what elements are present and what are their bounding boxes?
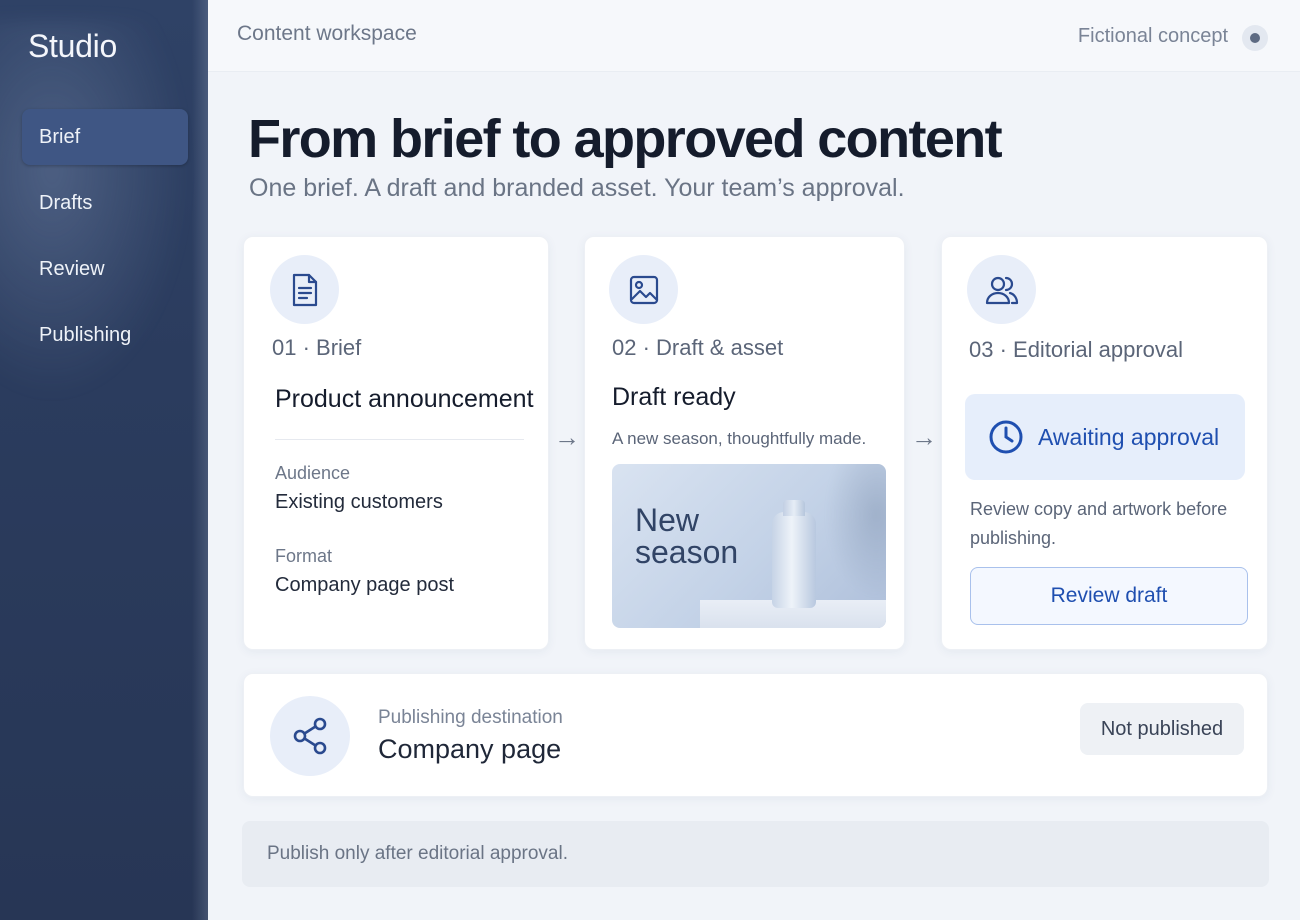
users-icon [967,255,1036,324]
format-value: Company page post [275,574,455,596]
page-title: From brief to approved content [248,109,1003,169]
brief-heading: Product announcement [275,385,534,413]
branded-asset-preview[interactable]: New season [612,464,886,628]
leaf-decoration [822,464,886,604]
publishing-destination: Publishing destination Company page Not … [243,673,1268,797]
status-badge: Not published [1080,703,1244,755]
app-title: Studio [28,28,117,64]
step-label: 03 · Editorial approval [969,337,1184,362]
arrow-right-icon: → [554,422,580,452]
concept-label: Fictional concept [1077,25,1228,47]
approval-status: Awaiting approval [965,394,1245,480]
asset-text: New season [635,502,739,570]
clock-icon [989,420,1023,454]
review-draft-button[interactable]: Review draft [970,567,1248,625]
document-icon [270,255,339,324]
step-label: 02 · Draft & asset [612,335,784,360]
step-label: 01 · Brief [272,335,362,360]
draft-card: 02 · Draft & asset Draft ready A new sea… [584,236,905,650]
draft-heading: Draft ready [612,383,736,411]
image-icon [609,255,678,324]
workspace-title: Content workspace [237,22,417,45]
bottle-illustration [772,500,816,608]
page-subtitle: One brief. A draft and branded asset. Yo… [249,174,905,202]
share-icon [270,696,350,776]
sidebar-item-drafts[interactable]: Drafts [22,175,188,231]
sidebar: Studio Brief Drafts Review Publishing [0,0,208,920]
draft-caption: A new season, thoughtfully made. [612,429,867,448]
brief-card: 01 · Brief Product announcement Audience… [243,236,549,650]
format-label: Format [275,546,333,566]
dot-icon [1250,33,1260,43]
approval-note: Review copy and artwork before publishin… [970,499,1228,548]
top-bar: Content workspace Fictional concept [208,0,1300,72]
destination-label: Publishing destination [378,707,563,728]
audience-value: Existing customers [275,491,443,513]
sidebar-nav: Brief Drafts Review Publishing [22,109,188,373]
sidebar-item-publishing[interactable]: Publishing [22,307,188,363]
arrow-right-icon: → [911,422,937,452]
sidebar-item-review[interactable]: Review [22,241,188,297]
concept-indicator[interactable] [1242,25,1268,51]
divider [275,439,524,440]
destination-value: Company page [378,734,562,764]
status-text: Awaiting approval [1038,423,1220,450]
approval-card: 03 · Editorial approval Awaiting approva… [941,236,1268,650]
sidebar-item-brief[interactable]: Brief [22,109,188,165]
audience-label: Audience [275,463,351,483]
publish-note: Publish only after editorial approval. [242,821,1269,887]
